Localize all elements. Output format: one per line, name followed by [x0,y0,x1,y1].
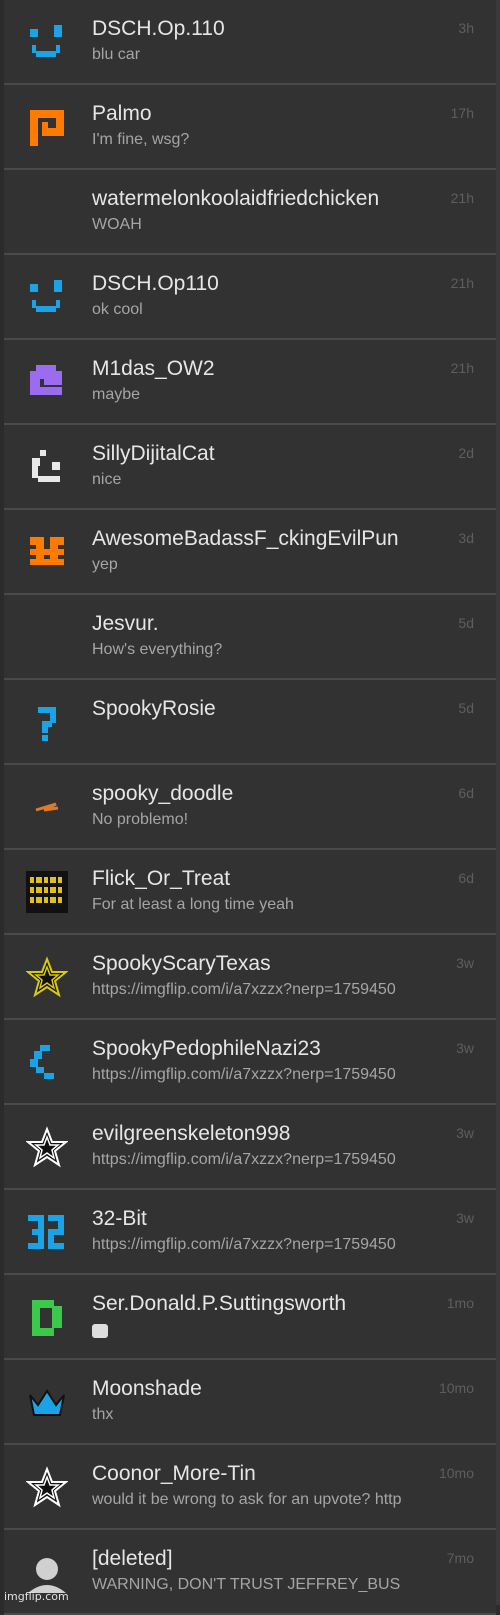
conversation-preview-emoji [92,1320,482,1340]
conversation-username[interactable]: watermelonkoolaidfriedchicken [92,186,437,212]
conversation-preview: blu car [92,46,141,63]
conversation-timestamp: 21h [450,275,474,291]
conversation-preview: https://imgflip.com/i/a7xzzx?nerp=175945… [92,981,396,998]
32-icon[interactable] [26,1211,68,1253]
face-icon[interactable] [26,276,68,318]
star-icon[interactable] [26,1466,68,1508]
star-icon[interactable] [26,1126,68,1168]
conversation-username[interactable]: spooky_doodle [92,781,437,807]
conversation-row[interactable]: AwesomeBadassF_ckingEvilPunyep 3d [4,510,496,595]
blob-icon[interactable] [26,361,68,403]
conversation-username[interactable]: SillyDijitalCat [92,441,437,467]
star-icon[interactable] [26,956,68,998]
imgflip-watermark: imgflip.com [4,1590,69,1603]
conversation-timestamp: 10mo [438,1465,474,1481]
conversation-username[interactable]: Palmo [92,101,437,127]
conversation-row[interactable]: DSCH.Op.110 blu car 3h [4,0,496,85]
conversation-preview: would it be wrong to ask for an upvote? … [92,1491,402,1508]
binary-icon[interactable] [26,871,68,913]
conversation-preview: ok cool [92,301,143,318]
conversation-preview: https://imgflip.com/i/a7xzzx?nerp=175945… [92,1151,396,1168]
conversation-timestamp: 3w [456,955,474,971]
conversation-row[interactable]: spooky_doodle No problemo! 6d [4,765,496,850]
squiggle-icon[interactable] [26,786,68,828]
conversation-row[interactable]: Moonshade thx 10mo [4,1360,496,1445]
conversation-username[interactable]: 32-Bit [92,1206,437,1232]
conversation-username[interactable]: Coonor_More-Tin [92,1461,437,1487]
question-icon[interactable] [26,701,68,743]
conversation-row[interactable]: 32-Bit https://imgflip.com/i/a7xzzx?nerp=… [4,1190,496,1275]
conversation-timestamp: 2d [458,445,474,461]
conversation-timestamp: 17h [450,105,474,121]
conversation-row[interactable]: Jesvur. How's everything? 5d [4,595,496,680]
conversation-row[interactable]: DSCH.Op110 ok cool 21h [4,255,496,340]
conversation-username[interactable]: SpookyPedophileNazi23 [92,1036,437,1062]
conversation-row[interactable]: Coonor_More-Tinwould it be wrong to ask … [4,1445,496,1530]
conversation-preview: maybe [92,386,141,403]
conversation-username[interactable]: Ser.Donald.P.Suttingsworth [92,1291,437,1317]
conversation-preview: thx [92,1406,114,1423]
user-icon[interactable] [26,1551,68,1593]
conversation-username[interactable]: Jesvur. [92,611,437,637]
conversation-timestamp: 3w [456,1040,474,1056]
conversation-preview: How's everything? [92,641,223,658]
conversation-preview: No problemo! [92,811,189,828]
d-icon[interactable] [26,1296,68,1338]
crown-icon[interactable] [26,1381,68,1423]
conversation-username[interactable]: SpookyScaryTexas [92,951,437,977]
conversation-preview: https://imgflip.com/i/a7xzzx?nerp=175945… [92,1236,396,1253]
scrollbar[interactable] [496,0,500,1605]
c-icon[interactable] [26,1041,68,1083]
conversation-timestamp: 7mo [446,1550,474,1566]
cat-icon[interactable] [26,446,68,488]
conversation-username[interactable]: M1das_OW2 [92,356,437,382]
conversation-timestamp: 5d [458,615,474,631]
conversation-username[interactable]: Moonshade [92,1376,437,1402]
conversation-preview: WOAH [92,216,142,233]
conversation-preview: WARNING, DON'T TRUST JEFFREY_BUS [92,1576,401,1593]
emoji-icon [92,1323,108,1338]
conversation-timestamp: 21h [450,190,474,206]
conversation-timestamp: 21h [450,360,474,376]
conversation-username[interactable]: DSCH.Op110 [92,271,437,297]
conversation-row[interactable]: [deleted] WARNING, DON'T TRUST JEFFREY_BU… [4,1530,496,1615]
conversation-row[interactable]: SpookyScaryTexas https://imgflip.com/i/a7… [4,935,496,1020]
conversation-username[interactable]: AwesomeBadassF_ckingEvilPun [92,526,437,552]
conversation-timestamp: 5d [458,700,474,716]
conversation-timestamp: 3w [456,1210,474,1226]
conversation-preview: For at least a long time yeah [92,896,294,913]
conversation-username[interactable]: DSCH.Op.110 [92,16,437,42]
hash-icon[interactable] [26,531,68,573]
conversation-row[interactable]: Ser.Donald.P.Suttingsworth 1mo [4,1275,496,1360]
conversation-username[interactable]: evilgreenskeleton998 [92,1121,437,1147]
conversation-row[interactable]: M1das_OW2maybe 21h [4,340,496,425]
conversation-row[interactable]: Palmo I'm fine, wsg? 17h [4,85,496,170]
conversation-preview: I'm fine, wsg? [92,131,190,148]
conversation-row[interactable]: SillyDijitalCat nice 2d [4,425,496,510]
conversation-username[interactable]: SpookyRosie [92,696,437,722]
conversation-timestamp: 3w [456,1125,474,1141]
conversation-timestamp: 6d [458,870,474,886]
conversation-username[interactable]: [deleted] [92,1546,437,1572]
conversation-timestamp: 1mo [446,1295,474,1311]
conversation-row[interactable]: watermelonkoolaidfriedchicken WOAH 21h [4,170,496,255]
face-icon[interactable] [26,21,68,63]
conversation-timestamp: 10mo [438,1380,474,1396]
conversation-preview: https://imgflip.com/i/a7xzzx?nerp=175945… [92,1066,396,1083]
conversation-row[interactable]: SpookyPedophileNazi23 https://imgflip.com… [4,1020,496,1105]
conversation-preview: yep [92,556,118,573]
conversation-row[interactable]: Flick_Or_Treat For at least a long time y… [4,850,496,935]
p-icon[interactable] [26,106,68,148]
conversation-preview: nice [92,471,122,488]
conversation-timestamp: 3h [458,20,474,36]
conversation-username[interactable]: Flick_Or_Treat [92,866,437,892]
conversation-timestamp: 6d [458,785,474,801]
conversation-row[interactable]: SpookyRosie 5d [4,680,496,765]
conversation-timestamp: 3d [458,530,474,546]
conversation-row[interactable]: evilgreenskeleton998 https://imgflip.com/… [4,1105,496,1190]
conversation-list: DSCH.Op.110 blu car 3h Palmo I'm fine, wsg? 1… [4,0,496,1615]
